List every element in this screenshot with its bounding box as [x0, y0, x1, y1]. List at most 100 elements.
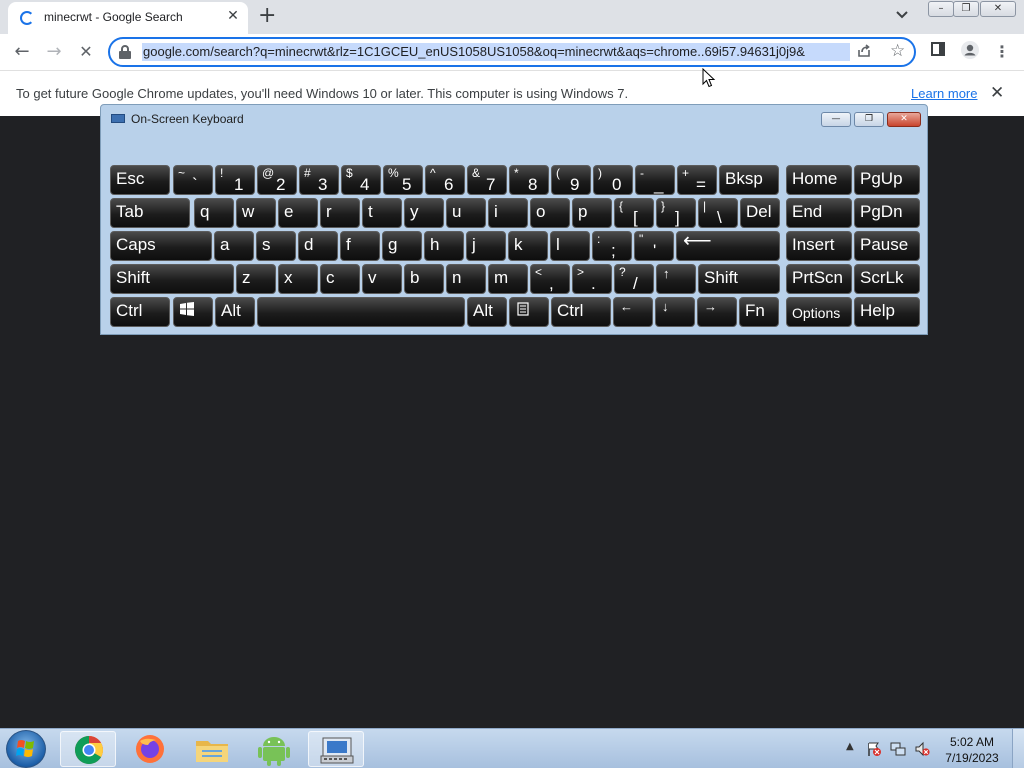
key-3[interactable]: #3 [299, 165, 339, 195]
key-m[interactable]: m [488, 264, 528, 294]
key-fn[interactable]: Fn [739, 297, 779, 327]
key-l[interactable]: l [550, 231, 590, 261]
star-icon[interactable]: ☆ [890, 41, 905, 61]
key-2[interactable]: @2 [257, 165, 297, 195]
key-options[interactable]: Options [786, 297, 852, 327]
key-q[interactable]: q [194, 198, 234, 228]
stop-loading-button[interactable]: ✕ [74, 40, 98, 64]
action-center-flag-icon[interactable] [866, 741, 882, 757]
share-icon[interactable] [856, 43, 872, 63]
taskbar-android[interactable] [246, 731, 302, 767]
key-arrow-right[interactable]: → [697, 297, 737, 327]
new-tab-button[interactable]: + [258, 4, 276, 28]
key-h[interactable]: h [424, 231, 464, 261]
key-a[interactable]: a [214, 231, 254, 261]
key-bksp[interactable]: Bksp [719, 165, 779, 195]
taskbar-chrome[interactable] [60, 731, 116, 767]
browser-tab[interactable]: minecrwt - Google Search ✕ [8, 2, 248, 34]
window-maximize-button[interactable]: ❐ [953, 1, 979, 17]
key-space[interactable] [257, 297, 465, 327]
show-hidden-icons-button[interactable]: ▲ [846, 741, 854, 752]
key-arrow-up[interactable]: ↑ [656, 264, 696, 294]
key-t[interactable]: t [362, 198, 402, 228]
clock[interactable]: 5:02 AM 7/19/2023 [940, 734, 1004, 766]
key-s[interactable]: s [256, 231, 296, 261]
side-panel-icon[interactable] [926, 40, 950, 64]
key-_[interactable]: - _ [635, 165, 675, 195]
key-insert[interactable]: Insert [786, 231, 852, 261]
key-5[interactable]: % 5 [383, 165, 423, 195]
key-help[interactable]: Help [854, 297, 920, 327]
key-tab[interactable]: Tab [110, 198, 190, 228]
key-y[interactable]: y [404, 198, 444, 228]
key-scrlk[interactable]: ScrLk [854, 264, 920, 294]
volume-muted-icon[interactable] [914, 741, 930, 757]
key-=[interactable]: + = [677, 165, 717, 195]
key-,[interactable]: <, [530, 264, 570, 294]
key-/[interactable]: ? / [614, 264, 654, 294]
key-9[interactable]: (9 [551, 165, 591, 195]
key-j[interactable]: j [466, 231, 506, 261]
profile-icon[interactable] [958, 40, 982, 64]
key-][interactable]: }] [656, 198, 696, 228]
tab-close-button[interactable]: ✕ [224, 8, 242, 24]
taskbar-osk[interactable] [308, 731, 364, 767]
start-button[interactable] [6, 730, 46, 768]
key-\[interactable]: | \ [698, 198, 738, 228]
key-p[interactable]: p [572, 198, 612, 228]
key-context-menu[interactable] [509, 297, 549, 327]
osk-close-button[interactable]: ✕ [887, 112, 921, 127]
taskbar-firefox[interactable] [122, 731, 178, 767]
key-z[interactable]: z [236, 264, 276, 294]
key-del[interactable]: Del [740, 198, 780, 228]
osk-restore-button[interactable]: ❐ [854, 112, 884, 127]
key-alt[interactable]: Alt [467, 297, 507, 327]
key-x[interactable]: x [278, 264, 318, 294]
key-[[interactable]: {[ [614, 198, 654, 228]
key-arrow-down[interactable]: ↓ [655, 297, 695, 327]
key-arrow-left[interactable]: ← [613, 297, 653, 327]
key-.[interactable]: >. [572, 264, 612, 294]
key-`[interactable]: ~ ` [173, 165, 213, 195]
key-end[interactable]: End [786, 198, 852, 228]
learn-more-link[interactable]: Learn more [911, 86, 977, 101]
forward-button[interactable]: → [42, 40, 66, 64]
key-b[interactable]: b [404, 264, 444, 294]
key-shift[interactable]: Shift [110, 264, 234, 294]
key-alt[interactable]: Alt [215, 297, 255, 327]
url-text[interactable]: google.com/search?q=minecrwt&rlz=1C1GCEU… [142, 43, 850, 61]
network-icon[interactable] [890, 741, 906, 757]
key-pgup[interactable]: PgUp [854, 165, 920, 195]
menu-icon[interactable]: ⋮ [990, 40, 1014, 64]
show-desktop-button[interactable] [1012, 729, 1024, 768]
osk-minimize-button[interactable]: — [821, 112, 851, 127]
key-pgdn[interactable]: PgDn [854, 198, 920, 228]
osk-title-bar[interactable]: On-Screen Keyboard — ❐ ✕ [101, 105, 927, 131]
taskbar-explorer[interactable] [184, 731, 240, 767]
key-e[interactable]: e [278, 198, 318, 228]
window-minimize-button[interactable]: – [928, 1, 954, 17]
key-6[interactable]: ^ 6 [425, 165, 465, 195]
key-4[interactable]: $4 [341, 165, 381, 195]
key-k[interactable]: k [508, 231, 548, 261]
key-ctrl[interactable]: Ctrl [110, 297, 170, 327]
key-'[interactable]: " ' [634, 231, 674, 261]
key-g[interactable]: g [382, 231, 422, 261]
key-w[interactable]: w [236, 198, 276, 228]
key-n[interactable]: n [446, 264, 486, 294]
key-ctrl[interactable]: Ctrl [551, 297, 611, 327]
key-shift[interactable]: Shift [698, 264, 780, 294]
key-u[interactable]: u [446, 198, 486, 228]
key-pause[interactable]: Pause [854, 231, 920, 261]
key-v[interactable]: v [362, 264, 402, 294]
address-bar[interactable]: google.com/search?q=minecrwt&rlz=1C1GCEU… [108, 37, 916, 67]
key-f[interactable]: f [340, 231, 380, 261]
key-0[interactable]: ) 0 [593, 165, 633, 195]
lock-icon[interactable] [119, 45, 131, 59]
key-caps[interactable]: Caps [110, 231, 212, 261]
tab-search-chevron-icon[interactable] [896, 8, 908, 22]
window-close-button[interactable]: ✕ [980, 1, 1016, 17]
key-c[interactable]: c [320, 264, 360, 294]
key-d[interactable]: d [298, 231, 338, 261]
key-r[interactable]: r [320, 198, 360, 228]
